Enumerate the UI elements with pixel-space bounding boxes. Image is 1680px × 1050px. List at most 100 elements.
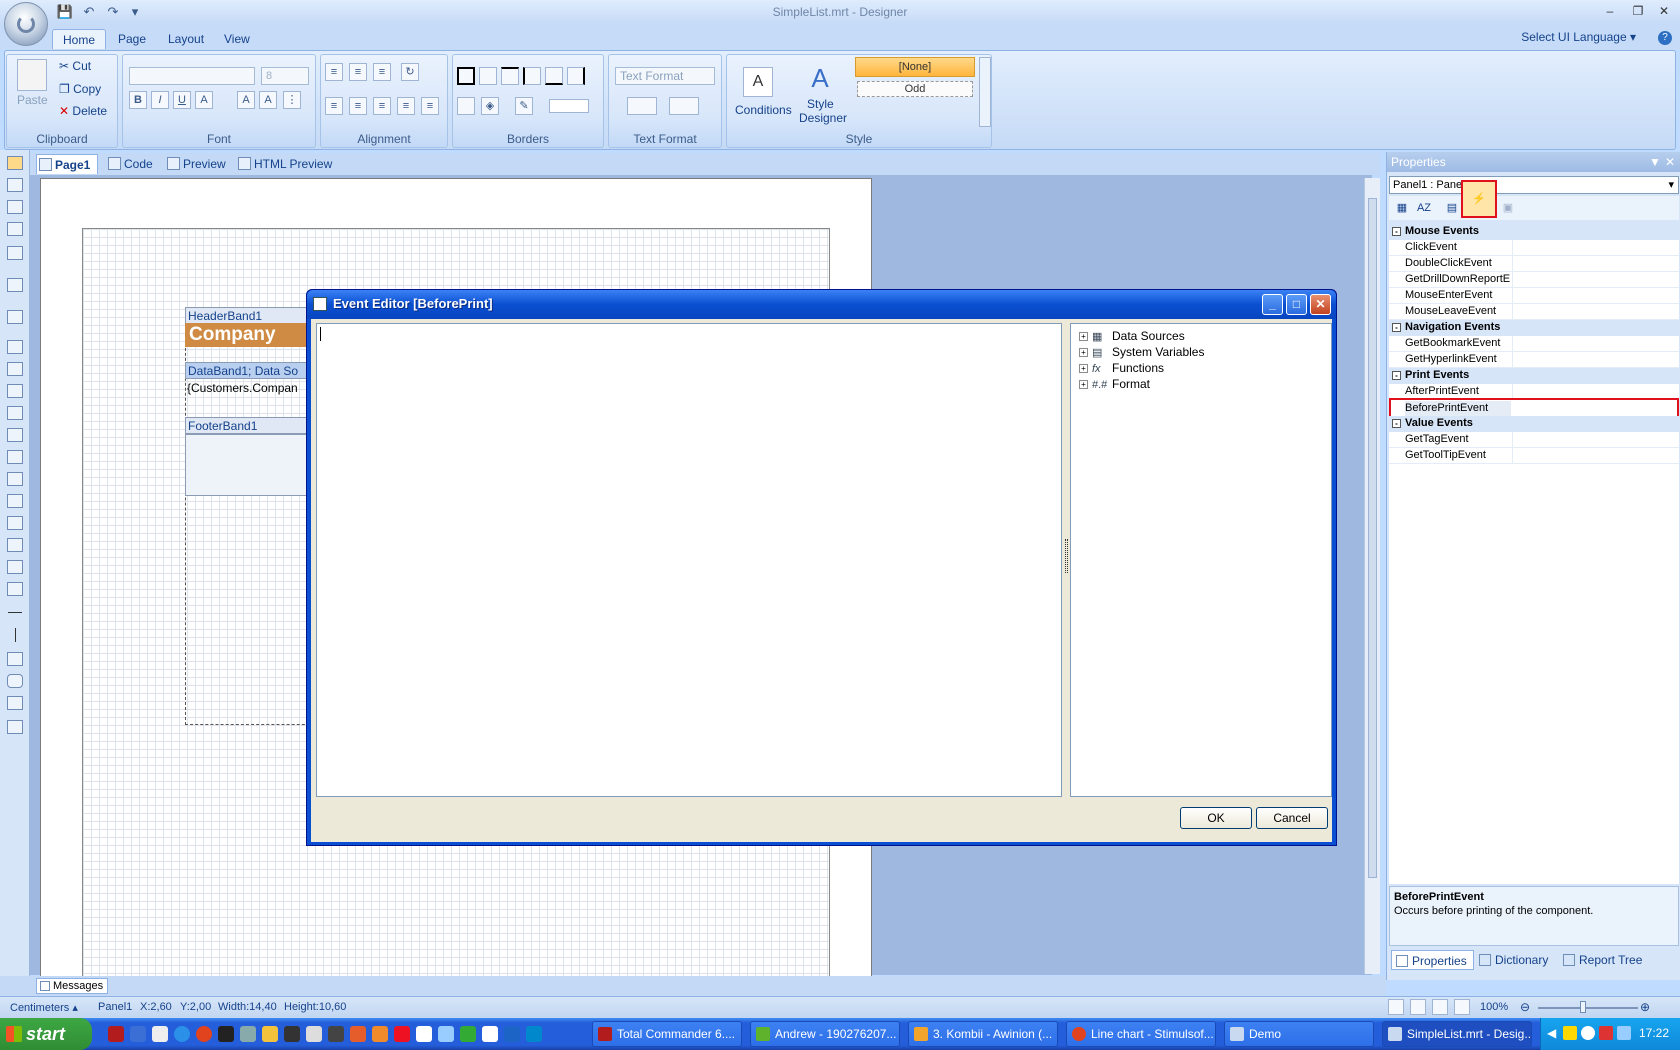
- cut-button[interactable]: ✂ Cut: [59, 59, 91, 73]
- quicklaunch-icon[interactable]: [372, 1026, 388, 1042]
- quicklaunch-icon[interactable]: [152, 1026, 168, 1042]
- shrink-font-icon[interactable]: A: [259, 91, 277, 109]
- format-icon-1[interactable]: [627, 97, 657, 115]
- quicklaunch-icon[interactable]: [284, 1026, 300, 1042]
- crosstab-icon[interactable]: [7, 560, 23, 574]
- properties-view-icon[interactable]: ▤: [1443, 199, 1461, 217]
- property-row[interactable]: MouseLeaveEvent: [1389, 304, 1679, 320]
- quicklaunch-icon[interactable]: [438, 1026, 454, 1042]
- no-border-icon[interactable]: [479, 67, 497, 85]
- event-code-editor[interactable]: [316, 323, 1062, 797]
- quicklaunch-icon[interactable]: [240, 1026, 256, 1042]
- top-border-icon[interactable]: [501, 67, 519, 85]
- text-component-icon[interactable]: [7, 340, 23, 354]
- redo-icon[interactable]: ↷: [104, 3, 122, 21]
- property-row[interactable]: GetHyperlinkEvent: [1389, 352, 1679, 368]
- pan-tool-icon[interactable]: [7, 178, 23, 192]
- category-navigation-events[interactable]: - Navigation Events: [1389, 320, 1679, 336]
- text-format-combo[interactable]: Text Format: [615, 67, 715, 85]
- font-name-combo[interactable]: [129, 67, 255, 85]
- dialog-maximize-button[interactable]: □: [1286, 294, 1307, 315]
- vertical-line-icon[interactable]: [15, 628, 16, 642]
- format-icon-2[interactable]: [669, 97, 699, 115]
- undo-icon[interactable]: ↶: [80, 3, 98, 21]
- tray-icon[interactable]: [1599, 1026, 1613, 1040]
- shadow-icon[interactable]: [457, 97, 475, 115]
- expand-icon[interactable]: +: [1079, 332, 1088, 342]
- property-pages-icon[interactable]: ▣: [1499, 199, 1517, 217]
- paste-button[interactable]: Paste: [17, 93, 48, 107]
- tree-format[interactable]: + #.# Format: [1079, 376, 1150, 392]
- quicklaunch-icon[interactable]: [306, 1026, 322, 1042]
- align-center-icon[interactable]: ≡: [349, 97, 367, 115]
- quicklaunch-icon[interactable]: [504, 1026, 520, 1042]
- splitter-handle[interactable]: [1065, 539, 1068, 573]
- component-selector[interactable]: Panel1 : Panel ▾: [1389, 176, 1679, 194]
- font-color-icon[interactable]: A: [195, 91, 213, 109]
- font-size-combo[interactable]: 8: [261, 67, 309, 85]
- clone-icon[interactable]: [7, 450, 23, 464]
- expand-icon[interactable]: +: [1079, 348, 1088, 358]
- tab-page[interactable]: Page: [108, 29, 156, 49]
- pin-icon[interactable]: ▼: [1649, 152, 1661, 172]
- rich-text-icon[interactable]: [7, 362, 23, 376]
- settings-tool-icon[interactable]: [7, 720, 23, 734]
- data-band[interactable]: DataBand1; Data So: [185, 362, 315, 379]
- align-left-icon[interactable]: ≡: [325, 97, 343, 115]
- quicklaunch-icon[interactable]: [130, 1026, 146, 1042]
- tab-html-preview[interactable]: HTML Preview: [236, 154, 336, 174]
- fill-color-icon[interactable]: ◈: [481, 97, 499, 115]
- quicklaunch-icon[interactable]: [262, 1026, 278, 1042]
- justify-icon[interactable]: ≡: [397, 97, 415, 115]
- grow-font-icon[interactable]: A: [237, 91, 255, 109]
- style-gallery-scroll[interactable]: [979, 57, 991, 127]
- tray-icon[interactable]: [1563, 1026, 1577, 1040]
- company-textbox[interactable]: Company: [185, 323, 315, 347]
- tab-view[interactable]: View: [214, 29, 260, 49]
- expand-icon[interactable]: +: [1079, 380, 1088, 390]
- whole-page-icon[interactable]: [1410, 999, 1426, 1015]
- tray-icon[interactable]: [1581, 1026, 1595, 1040]
- horizontal-line-icon[interactable]: [8, 612, 22, 613]
- property-row[interactable]: DoubleClickEvent: [1389, 256, 1679, 272]
- border-color-icon[interactable]: ✎: [515, 97, 533, 115]
- ok-button[interactable]: OK: [1180, 807, 1252, 829]
- underline-button[interactable]: U: [173, 91, 191, 109]
- quicklaunch-icon[interactable]: [328, 1026, 344, 1042]
- delete-button[interactable]: ✕ Delete: [59, 104, 107, 118]
- bold-button[interactable]: B: [129, 91, 147, 109]
- taskbar-button[interactable]: Demo: [1224, 1021, 1374, 1047]
- zoom-in-icon[interactable]: ⊕: [1640, 1000, 1650, 1014]
- page-width-icon[interactable]: [1388, 999, 1404, 1015]
- multi-pages-icon[interactable]: [1454, 999, 1470, 1015]
- tab-code[interactable]: Code: [106, 154, 158, 174]
- image-icon[interactable]: [7, 384, 23, 398]
- italic-button[interactable]: I: [151, 91, 169, 109]
- text-tool-icon[interactable]: [7, 200, 23, 214]
- events-icon[interactable]: ⚡: [1461, 180, 1497, 218]
- minimize-button[interactable]: –: [1600, 4, 1620, 20]
- bottom-border-icon[interactable]: [545, 67, 563, 85]
- expand-icon[interactable]: +: [1079, 364, 1088, 374]
- right-border-icon[interactable]: [567, 67, 585, 85]
- table-icon[interactable]: [7, 494, 23, 508]
- tab-page1[interactable]: Page1: [36, 154, 98, 174]
- align-middle-icon[interactable]: ≡: [349, 63, 367, 81]
- category-mouse-events[interactable]: - Mouse Events: [1389, 224, 1679, 240]
- left-border-icon[interactable]: [523, 67, 541, 85]
- property-row[interactable]: ClickEvent: [1389, 240, 1679, 256]
- all-borders-icon[interactable]: [457, 67, 475, 85]
- qat-customize-icon[interactable]: ▾: [130, 3, 140, 21]
- taskbar-button[interactable]: Andrew - 190276207...: [750, 1021, 900, 1047]
- align-bottom-icon[interactable]: ≡: [373, 63, 391, 81]
- properties-close-icon[interactable]: ✕: [1665, 152, 1675, 172]
- label-icon[interactable]: [7, 516, 23, 530]
- zoom-slider-thumb[interactable]: [1580, 1001, 1586, 1013]
- rotate-icon[interactable]: ↻: [401, 63, 419, 81]
- dialog-close-button[interactable]: ✕: [1310, 294, 1331, 315]
- tab-report-tree[interactable]: Report Tree: [1559, 950, 1648, 970]
- format-painter-icon[interactable]: [7, 222, 23, 236]
- messages-tab[interactable]: Messages: [36, 978, 109, 994]
- collapse-icon[interactable]: -: [1392, 227, 1401, 236]
- alphabetical-icon[interactable]: AZ: [1415, 199, 1433, 217]
